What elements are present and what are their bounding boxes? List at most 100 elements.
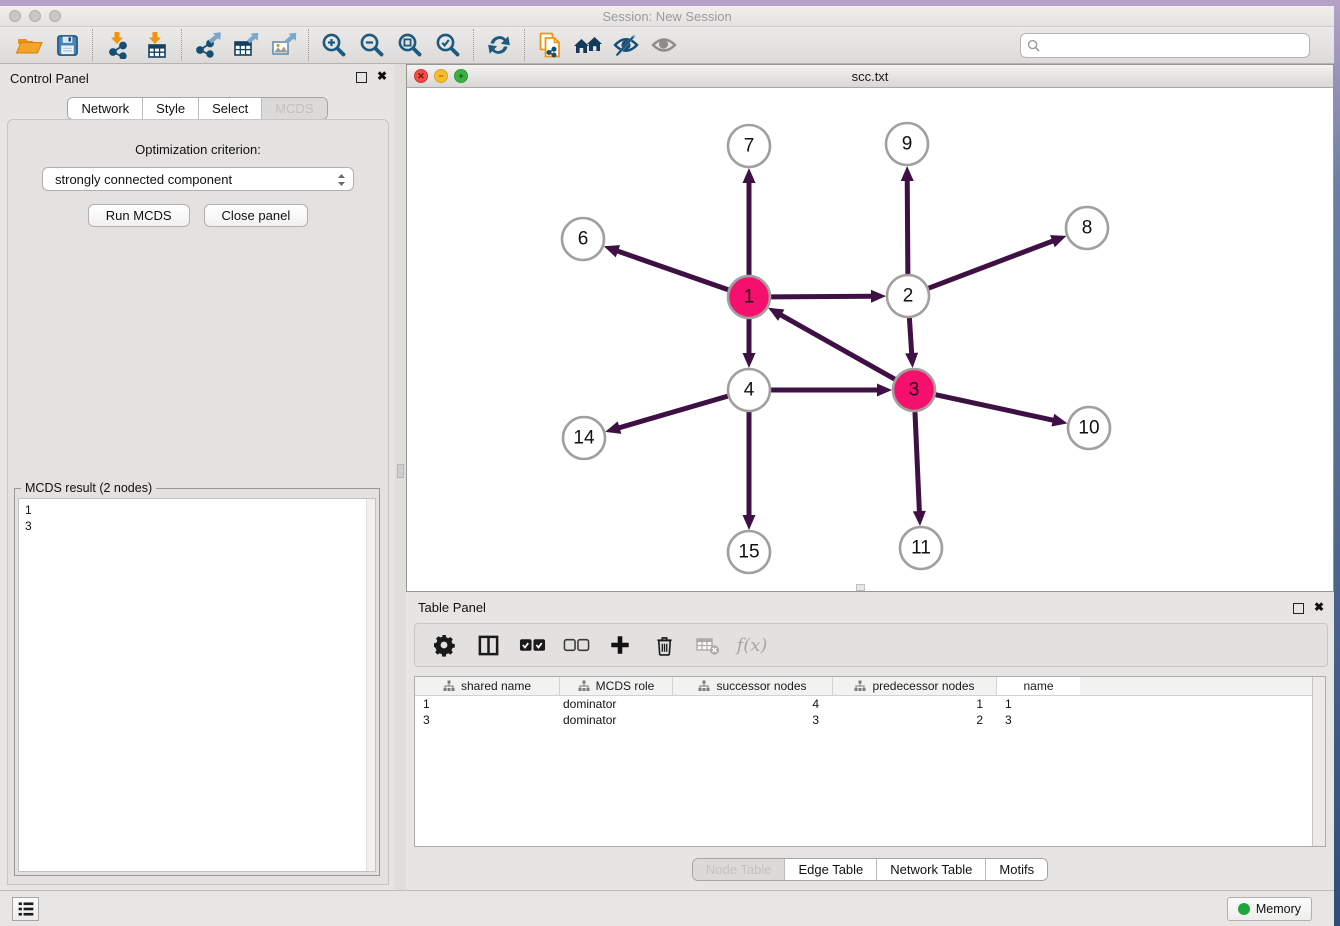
panel-splitter[interactable] (395, 64, 406, 890)
mcds-result-box: MCDS result (2 nodes) 13 (14, 488, 380, 876)
table-cell[interactable]: 3 (997, 712, 1080, 728)
edge-3-11[interactable] (915, 412, 919, 513)
hide-unselected-button[interactable] (607, 29, 645, 61)
tab-select[interactable]: Select (198, 98, 261, 119)
edge-4-14[interactable] (618, 396, 728, 428)
deselect-all-button[interactable] (561, 630, 591, 660)
refresh-icon (485, 31, 513, 59)
table-cell[interactable]: 1 (997, 696, 1080, 712)
criterion-select[interactable]: strongly connected component (42, 167, 354, 191)
zoom-fit-button[interactable] (391, 29, 429, 61)
memory-button[interactable]: Memory (1227, 897, 1312, 921)
search-field[interactable] (1020, 33, 1310, 58)
arrowhead-4-3 (877, 384, 892, 397)
network-view[interactable]: 7968124314101511 (407, 88, 1333, 591)
column-header-name[interactable]: name (997, 677, 1080, 695)
toggle-visibility-button[interactable] (645, 29, 683, 61)
tab-node-table[interactable]: Node Table (693, 859, 785, 880)
import-table-icon (142, 31, 170, 59)
mcds-result-text[interactable]: 13 (18, 498, 376, 872)
node-label-7: 7 (744, 136, 755, 157)
tab-motifs[interactable]: Motifs (985, 859, 1047, 880)
edge-2-8[interactable] (929, 240, 1055, 288)
close-panel-button[interactable]: Close panel (204, 204, 309, 227)
zoom-in-icon (320, 31, 348, 59)
node-label-8: 8 (1082, 218, 1093, 239)
float-panel-icon[interactable] (356, 72, 367, 83)
tab-style[interactable]: Style (142, 98, 198, 119)
table-header-row[interactable]: shared nameMCDS rolesuccessor nodesprede… (415, 677, 1325, 696)
table-body[interactable]: 1dominator4113dominator323 (415, 696, 1325, 728)
export-network-button[interactable] (188, 29, 226, 61)
edge-1-2[interactable] (771, 296, 873, 297)
edge-2-9[interactable] (907, 179, 908, 274)
select-all-button[interactable] (517, 630, 547, 660)
zoom-out-icon (358, 31, 386, 59)
column-header-shared-name[interactable]: shared name (415, 677, 560, 695)
tab-network[interactable]: Network (68, 98, 142, 119)
arrowhead-2-3 (905, 353, 918, 368)
column-header-MCDS-role[interactable]: MCDS role (560, 677, 673, 695)
tab-mcds[interactable]: MCDS (261, 98, 326, 119)
result-scrollbar[interactable] (366, 499, 375, 871)
zoom-in-button[interactable] (315, 29, 353, 61)
table-toolbar: f(x) (414, 623, 1328, 667)
import-table-button[interactable] (137, 29, 175, 61)
arrowhead-1-2 (871, 290, 886, 303)
column-header-successor-nodes[interactable]: successor nodes (673, 677, 833, 695)
arrowhead-1-4 (743, 353, 756, 368)
hierarchy-icon (698, 680, 710, 692)
zoom-selected-button[interactable] (429, 29, 467, 61)
node-table[interactable]: shared nameMCDS rolesuccessor nodesprede… (414, 676, 1326, 847)
close-table-panel-icon[interactable]: ✖ (1314, 600, 1324, 614)
edge-3-10[interactable] (935, 395, 1054, 421)
delete-column-button[interactable] (649, 630, 679, 660)
table-cell[interactable]: 1 (833, 696, 997, 712)
refresh-layout-button[interactable] (480, 29, 518, 61)
tab-edge-table[interactable]: Edge Table (784, 859, 876, 880)
column-header-predecessor-nodes[interactable]: predecessor nodes (833, 677, 997, 695)
table-cell[interactable]: 4 (673, 696, 833, 712)
zoom-out-button[interactable] (353, 29, 391, 61)
network-canvas[interactable]: 7968124314101511 (407, 88, 1333, 591)
float-table-panel-icon[interactable] (1293, 603, 1304, 614)
export-table-button[interactable] (226, 29, 264, 61)
tab-network-table[interactable]: Network Table (876, 859, 985, 880)
close-panel-icon[interactable]: ✖ (377, 69, 387, 83)
desktop-edge-right (1334, 0, 1340, 926)
export-image-button[interactable] (264, 29, 302, 61)
add-column-button[interactable] (605, 630, 635, 660)
open-session-button[interactable] (10, 29, 48, 61)
plus-icon (609, 634, 631, 656)
column-layout-button[interactable] (473, 630, 503, 660)
edge-2-3[interactable] (909, 318, 911, 355)
table-cell[interactable]: 1 (415, 696, 560, 712)
save-session-button[interactable] (48, 29, 86, 61)
edge-1-6[interactable] (616, 251, 728, 290)
node-label-14: 14 (573, 428, 595, 449)
table-row[interactable]: 1dominator411 (415, 696, 1325, 712)
show-all-networks-button[interactable] (569, 29, 607, 61)
arrowhead-2-8 (1050, 235, 1066, 247)
houses-icon (573, 31, 603, 59)
table-scrollbar[interactable] (1312, 677, 1325, 846)
table-settings-gear-button[interactable] (429, 630, 459, 660)
list-icon (16, 900, 36, 918)
run-mcds-button[interactable]: Run MCDS (88, 204, 190, 227)
table-cell[interactable]: 3 (415, 712, 560, 728)
show-panels-button[interactable] (12, 897, 39, 921)
function-builder-button: f(x) (737, 630, 767, 660)
import-network-button[interactable] (99, 29, 137, 61)
table-row[interactable]: 3dominator323 (415, 712, 1325, 728)
canvas-resize-handle[interactable] (856, 584, 865, 591)
splitter-handle[interactable] (397, 464, 404, 478)
edge-3-1[interactable] (779, 314, 894, 379)
table-cell[interactable]: 2 (833, 712, 997, 728)
search-input[interactable] (1045, 38, 1303, 52)
network-window-titlebar[interactable]: ✕ − + scc.txt (407, 65, 1333, 88)
result-line: 1 (25, 502, 375, 518)
duplicate-network-button[interactable] (531, 29, 569, 61)
table-cell[interactable]: 3 (673, 712, 833, 728)
table-cell[interactable]: dominator (560, 696, 673, 712)
table-cell[interactable]: dominator (560, 712, 673, 728)
